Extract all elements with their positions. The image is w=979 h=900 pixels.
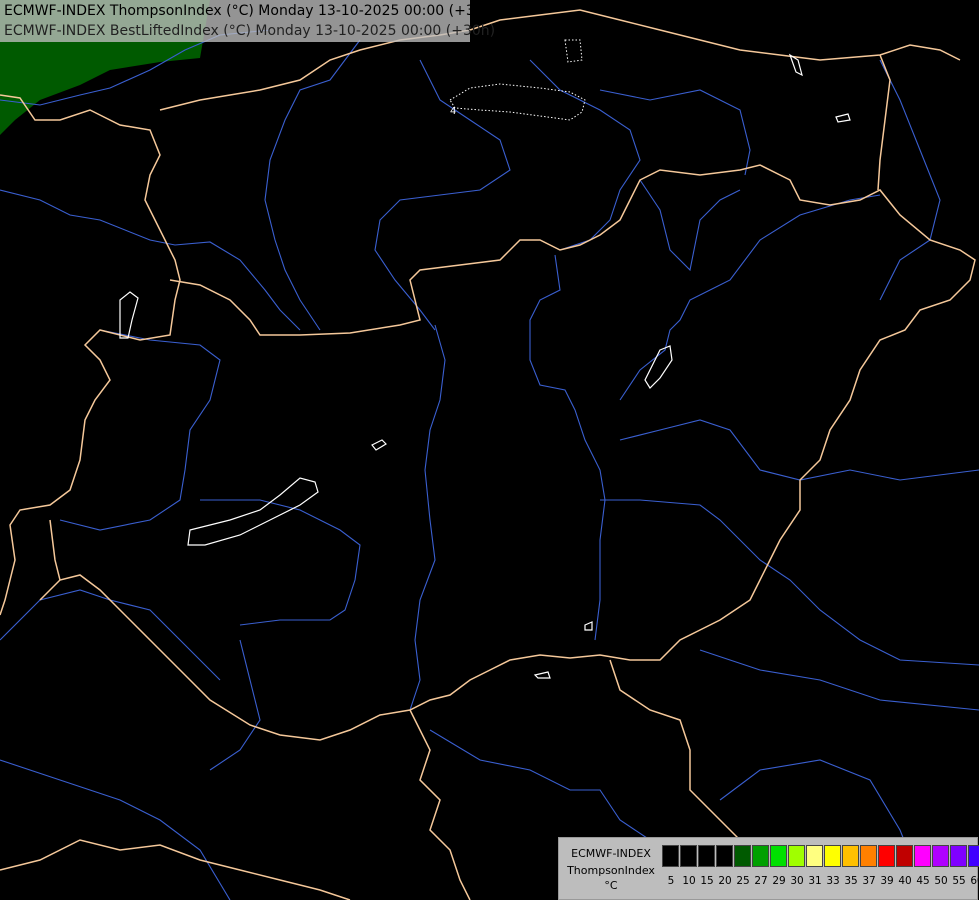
- contour-label: 4: [450, 106, 456, 117]
- weather-map: 4: [0, 0, 979, 900]
- legend-source: ECMWF-INDEX: [571, 847, 651, 860]
- legend-tick-label: 50: [934, 875, 948, 887]
- legend-tick-label: 55: [952, 875, 966, 887]
- legend-tick-label: 31: [808, 875, 822, 887]
- legend-swatch: [878, 845, 895, 867]
- legend-swatch: [716, 845, 733, 867]
- legend-swatch: [806, 845, 823, 867]
- title-best-lifted-index: ECMWF-INDEX BestLiftedIndex (°C) Monday …: [4, 23, 496, 39]
- legend-unit: °C: [604, 879, 618, 892]
- legend-tick-label: 33: [826, 875, 840, 887]
- legend-tick-label: 10: [682, 875, 696, 887]
- title-thompson-index: ECMWF-INDEX ThompsonIndex (°C) Monday 13…: [4, 3, 498, 19]
- legend-tick-label: 35: [844, 875, 858, 887]
- legend-swatch: [914, 845, 931, 867]
- legend-tick-label: 40: [898, 875, 912, 887]
- legend-tick-label: 20: [718, 875, 732, 887]
- legend-swatch: [932, 845, 949, 867]
- legend-swatch: [842, 845, 859, 867]
- legend-swatch: [662, 845, 679, 867]
- legend-swatch: [752, 845, 769, 867]
- title-box: ECMWF-INDEX ThompsonIndex (°C) Monday 13…: [0, 0, 498, 42]
- legend-swatch: [734, 845, 751, 867]
- legend-swatch: [770, 845, 787, 867]
- legend-swatch: [950, 845, 967, 867]
- legend-swatch: [968, 845, 979, 867]
- legend-ticks: 5 10 15 20 25 27 29 30 31 33 35 37 39 40 45 50 55 60: [662, 875, 979, 887]
- legend-tick-label: 29: [772, 875, 786, 887]
- color-legend: ECMWF-INDEX ThompsonIndex °C 5 10 15 20 25 27…: [558, 837, 979, 900]
- legend-swatch: [680, 845, 697, 867]
- legend-swatch: [698, 845, 715, 867]
- legend-tick-label: 60: [970, 875, 979, 887]
- legend-tick-label: 25: [736, 875, 750, 887]
- legend-tick-label: 37: [862, 875, 876, 887]
- legend-swatch: [860, 845, 877, 867]
- legend-swatch: [788, 845, 805, 867]
- legend-tick-label: 45: [916, 875, 930, 887]
- legend-parameter: ThompsonIndex: [567, 864, 655, 877]
- legend-tick-label: 15: [700, 875, 714, 887]
- legend-swatch: [824, 845, 841, 867]
- legend-swatches: [662, 845, 979, 867]
- legend-swatch: [896, 845, 913, 867]
- legend-tick-label: 27: [754, 875, 768, 887]
- legend-tick-label: 30: [790, 875, 804, 887]
- legend-tick-label: 5: [667, 875, 675, 887]
- legend-tick-label: 39: [880, 875, 894, 887]
